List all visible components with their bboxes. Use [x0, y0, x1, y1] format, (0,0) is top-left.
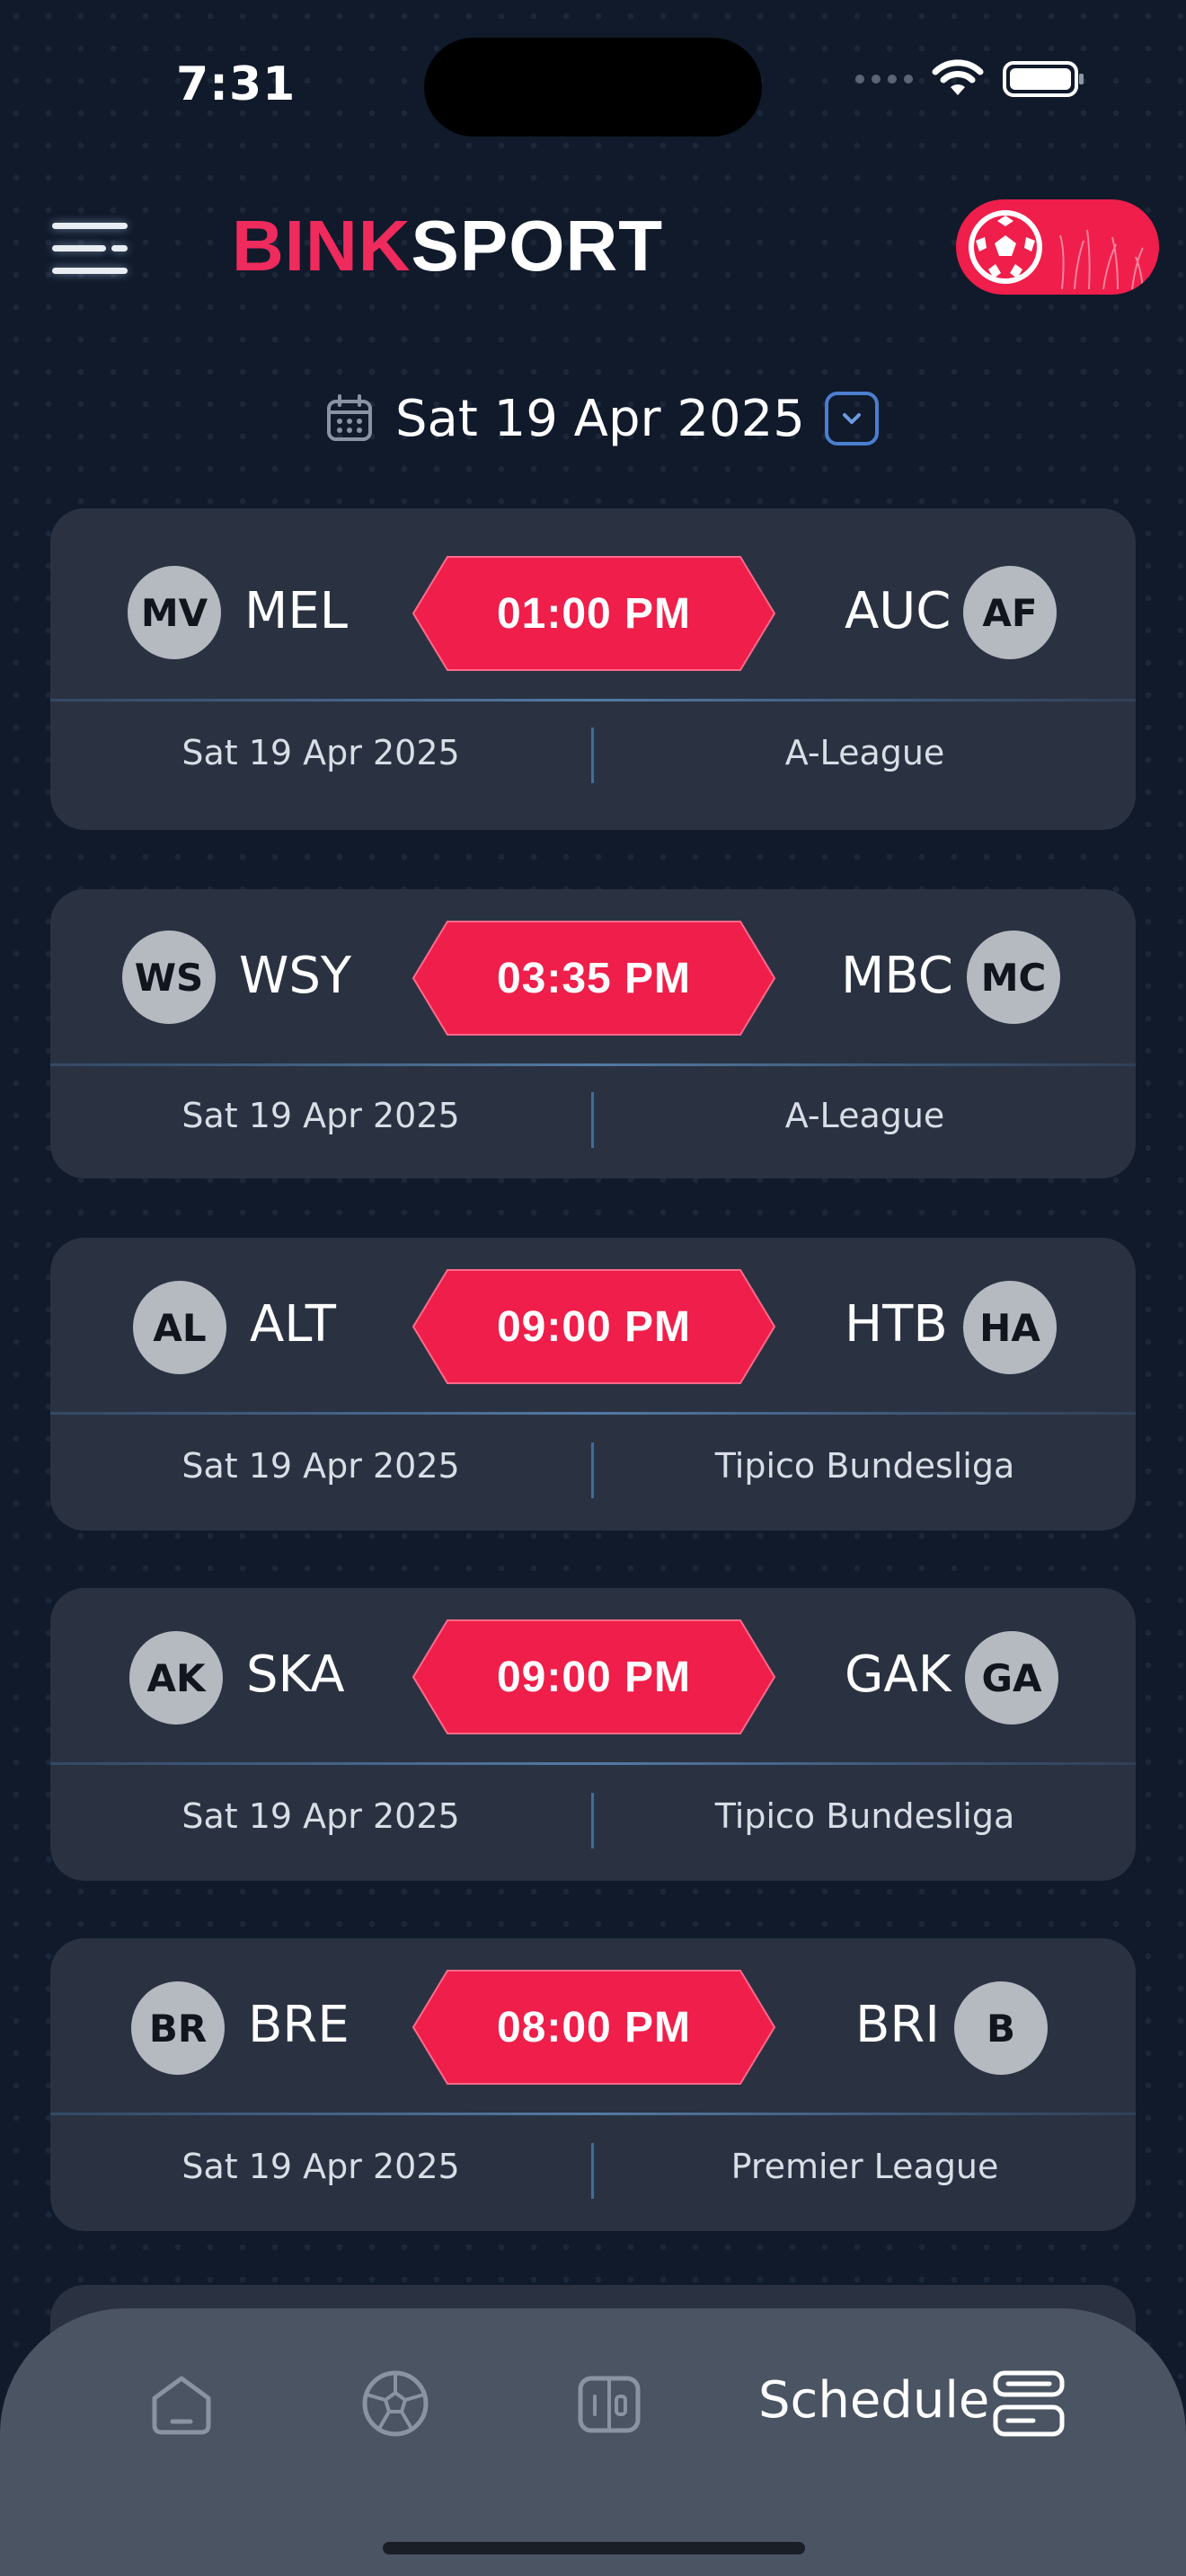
grass-decoration	[1059, 229, 1144, 289]
away-team-badge: B	[954, 1981, 1048, 2075]
match-time: 09:00 PM	[496, 1302, 692, 1351]
wifi-icon	[932, 59, 984, 95]
nav-label-schedule[interactable]: Schedule	[758, 2371, 989, 2430]
home-icon[interactable]	[146, 2368, 217, 2439]
card-divider	[50, 2113, 1136, 2115]
menu-button[interactable]	[52, 219, 133, 278]
selected-date: Sat 19 Apr 2025	[395, 389, 805, 448]
match-time: 03:35 PM	[496, 954, 692, 1002]
card-divider	[50, 699, 1136, 701]
cellular-signal-icon	[855, 75, 913, 84]
match-time: 09:00 PM	[496, 1653, 692, 1701]
match-time-badge: 03:35 PM	[412, 920, 776, 1037]
match-league: A-League	[784, 733, 945, 772]
sport-toggle[interactable]	[956, 199, 1159, 295]
match-league: Tipico Bundesliga	[714, 1796, 1015, 1836]
status-time: 7:31	[176, 57, 296, 111]
home-team-name: ALT	[250, 1295, 337, 1354]
home-team-name: BRE	[248, 1996, 350, 2054]
match-date: Sat 19 Apr 2025	[181, 2147, 460, 2186]
match-card[interactable]: AL ALT 09:00 PM HTB HA Sat 19 Apr 2025 T…	[50, 1238, 1136, 1531]
home-team-badge: MV	[128, 566, 221, 659]
scoreboard-icon[interactable]	[573, 2368, 645, 2439]
home-team-name: WSY	[239, 947, 352, 1005]
away-team-badge: GA	[965, 1631, 1058, 1725]
date-dropdown-button[interactable]	[824, 392, 879, 446]
logo-part-sport: SPORT	[411, 206, 664, 286]
away-team-name: HTB	[845, 1295, 948, 1354]
dynamic-island	[424, 38, 762, 137]
away-team-badge: MC	[967, 931, 1060, 1024]
match-league: A-League	[784, 1096, 945, 1135]
card-divider	[50, 1412, 1136, 1415]
match-date: Sat 19 Apr 2025	[181, 733, 460, 772]
match-date: Sat 19 Apr 2025	[181, 1796, 460, 1836]
chevron-down-icon	[842, 413, 861, 424]
away-team-name: BRI	[855, 1996, 940, 2054]
schedule-icon[interactable]	[990, 2368, 1067, 2439]
home-indicator	[383, 2542, 805, 2554]
logo-part-bink: BINK	[232, 206, 412, 286]
away-team-name: AUC	[845, 582, 951, 640]
home-team-badge: WS	[122, 931, 216, 1024]
date-picker[interactable]: Sat 19 Apr 2025	[323, 381, 879, 456]
soccer-ball-icon	[969, 210, 1042, 284]
away-team-badge: HA	[963, 1281, 1057, 1374]
match-date: Sat 19 Apr 2025	[181, 1096, 460, 1135]
away-team-badge: AF	[963, 566, 1057, 659]
calendar-icon	[327, 394, 372, 441]
soccer-ball-icon[interactable]	[359, 2368, 431, 2439]
match-card[interactable]: BR BRE 08:00 PM BRI B Sat 19 Apr 2025 Pr…	[50, 1938, 1136, 2231]
home-team-name: MEL	[244, 582, 348, 640]
home-team-name: SKA	[246, 1645, 345, 1704]
match-date: Sat 19 Apr 2025	[181, 1446, 460, 1486]
match-time: 01:00 PM	[496, 589, 692, 638]
match-league: Premier League	[730, 2147, 999, 2186]
card-divider	[50, 1063, 1136, 1066]
away-team-name: MBC	[841, 947, 953, 1005]
bottom-nav	[0, 2308, 1186, 2576]
card-divider	[50, 1762, 1136, 1765]
app-logo: BINKSPORT	[232, 205, 663, 287]
away-team-name: GAK	[845, 1645, 951, 1704]
match-time-badge: 08:00 PM	[412, 1969, 776, 2086]
home-team-badge: AL	[133, 1281, 226, 1374]
home-team-badge: AK	[129, 1631, 223, 1725]
match-time: 08:00 PM	[496, 2003, 692, 2051]
status-indicators	[855, 59, 1084, 99]
home-team-badge: BR	[131, 1981, 225, 2075]
match-card[interactable]: MV MEL 01:00 PM AUC AF Sat 19 Apr 2025 A…	[50, 508, 1136, 830]
battery-icon	[1003, 61, 1084, 97]
match-card[interactable]: AK SKA 09:00 PM GAK GA Sat 19 Apr 2025 T…	[50, 1588, 1136, 1881]
match-league: Tipico Bundesliga	[714, 1446, 1015, 1486]
match-time-badge: 09:00 PM	[412, 1268, 776, 1385]
match-time-badge: 01:00 PM	[412, 555, 776, 672]
match-card[interactable]: WS WSY 03:35 PM MBC MC Sat 19 Apr 2025 A…	[50, 889, 1136, 1178]
match-time-badge: 09:00 PM	[412, 1619, 776, 1735]
